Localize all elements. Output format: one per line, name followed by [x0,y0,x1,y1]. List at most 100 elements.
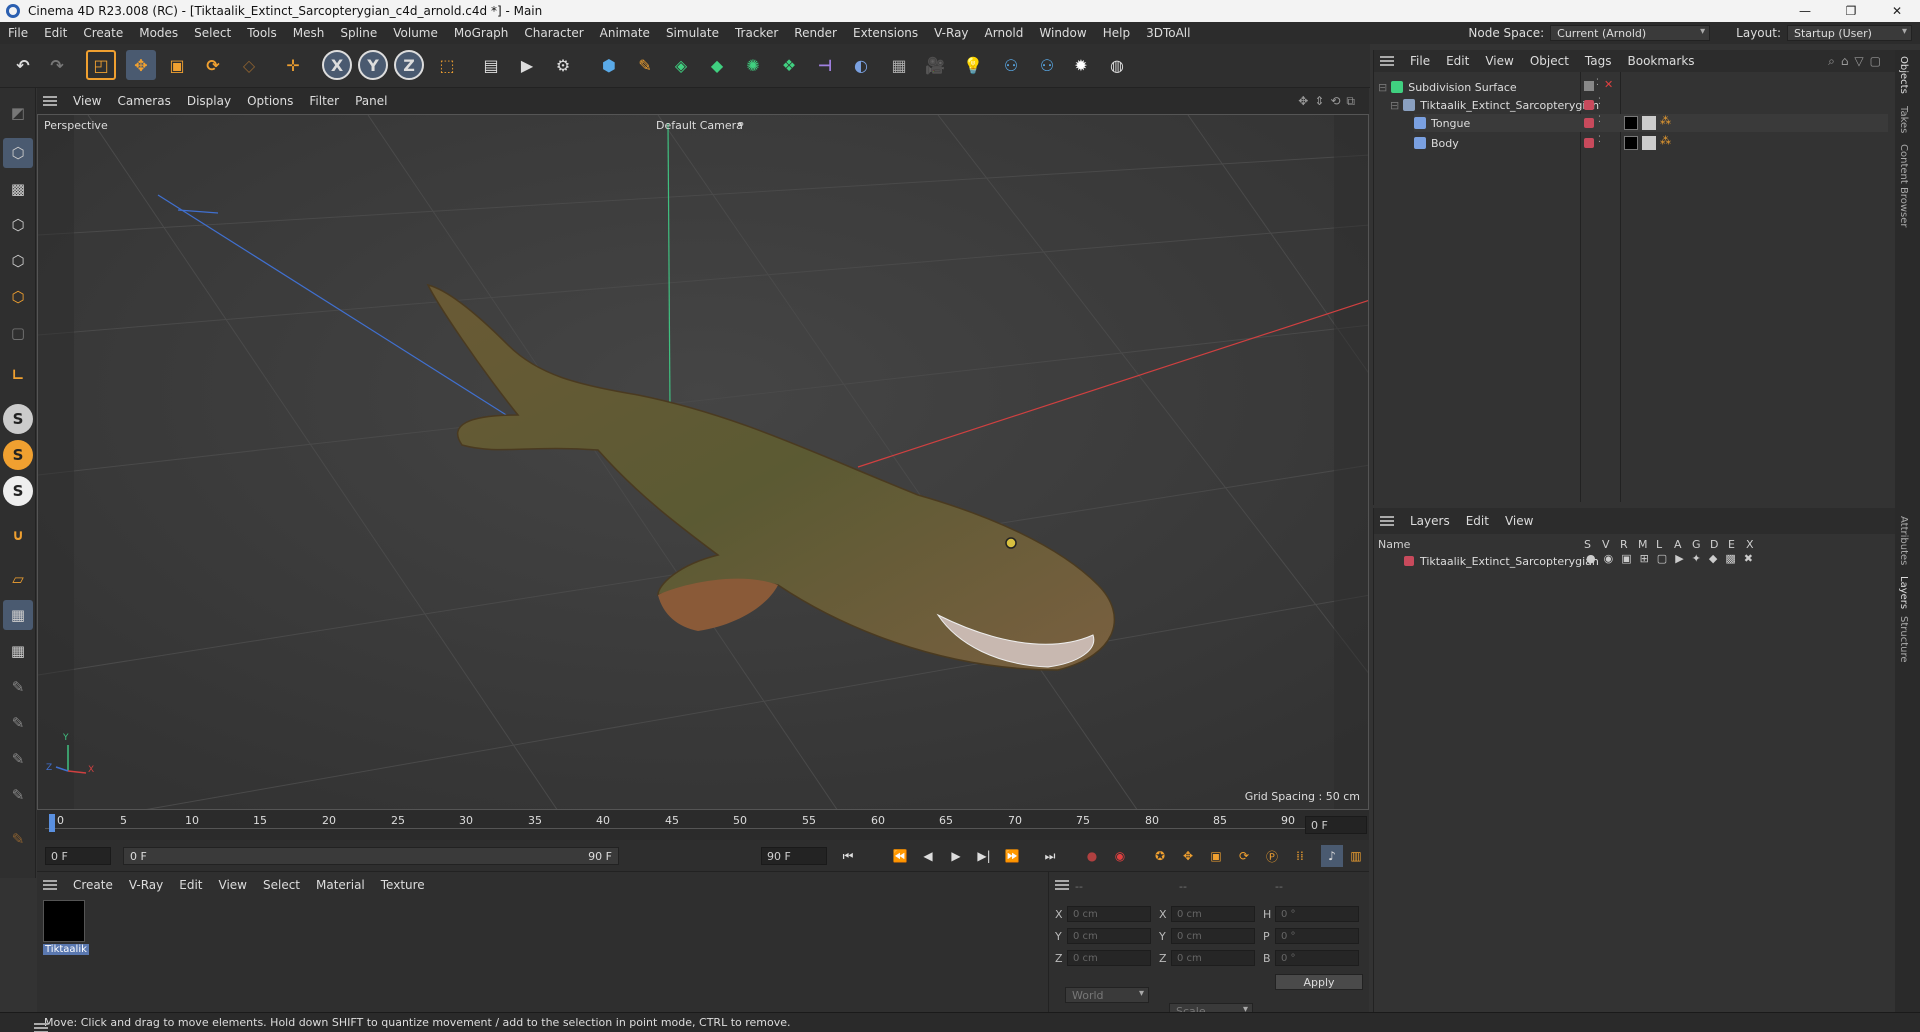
brush-icon[interactable]: ✎ [3,744,33,774]
camera-icon[interactable]: ⚭ [736,118,745,131]
coordinate-system-dropdown[interactable]: World [1065,987,1149,1003]
viewport-menu-panel[interactable]: Panel [347,94,395,108]
dots-icon[interactable]: ⁚ [1596,78,1599,88]
apply-button[interactable]: Apply [1275,974,1363,990]
python-icon[interactable]: ⚇ [996,50,1026,80]
position-key-icon[interactable]: ✥ [1177,845,1199,867]
menu-window[interactable]: Window [1031,26,1094,40]
viewport-menu-display[interactable]: Display [179,94,239,108]
preview-range-slider[interactable]: 0 F 90 F [123,847,619,865]
menu-mesh[interactable]: Mesh [285,26,333,40]
render-view-icon[interactable]: ▤ [476,50,506,80]
render-settings-icon[interactable]: ⚙ [548,50,578,80]
keyframe-selection-icon[interactable]: ✪ [1149,845,1171,867]
viewport-menu-cameras[interactable]: Cameras [109,94,178,108]
layers-menu-layers[interactable]: Layers [1402,514,1458,528]
film-strip-icon[interactable]: ▥ [1345,845,1367,867]
rotate-tool-icon[interactable]: ⟳ [198,50,228,80]
menu-character[interactable]: Character [516,26,591,40]
timeline-playhead[interactable] [49,814,55,832]
go-to-start-icon[interactable]: ⏮ [837,845,859,867]
previous-key-icon[interactable]: ⏪ [889,845,911,867]
objects-menu-view[interactable]: View [1477,54,1521,68]
model-mode-icon[interactable]: ⬡ [3,138,33,168]
cube-icon[interactable]: ⬢ [594,50,624,80]
create-tool-icon[interactable]: ✛ [278,50,308,80]
undo-icon[interactable]: ↶ [8,50,38,80]
viewport-menu-options[interactable]: Options [239,94,301,108]
tab-objects[interactable]: Objects [1898,56,1909,94]
size-x-field[interactable]: 0 cm [1171,906,1255,922]
arnold-tag-icon[interactable]: ⁂ [1660,134,1671,147]
menu-animate[interactable]: Animate [592,26,658,40]
parameter-key-icon[interactable]: Ⓟ [1261,845,1283,867]
pen-spline-icon[interactable]: ✎ [630,50,660,80]
mograph-icon[interactable]: ❖ [774,50,804,80]
objects-menu-edit[interactable]: Edit [1438,54,1477,68]
menu-mograph[interactable]: MoGraph [446,26,517,40]
viewport-menu-filter[interactable]: Filter [301,94,347,108]
knife-icon[interactable]: ✎ [3,780,33,810]
viewport-menu-view[interactable]: View [65,94,109,108]
end-frame-field[interactable]: 90 F [761,847,827,865]
objects-search-filter-icons[interactable]: ⌕⌂▽▢ [1828,54,1887,69]
snap-settings-icon[interactable]: S [3,440,33,470]
menu-vray[interactable]: V-Ray [926,26,976,40]
timeline-ruler[interactable]: 0 5 10 15 20 25 30 35 40 45 50 55 60 65 … [37,810,1369,840]
menu-arnold[interactable]: Arnold [977,26,1032,40]
coordinates-menu-icon[interactable] [1055,880,1069,890]
next-key-icon[interactable]: ⏩ [1001,845,1023,867]
arnold-tag-icon[interactable]: ⁂ [1660,114,1671,127]
layers-menu-icon[interactable] [1380,516,1394,526]
viewport-menu-icon[interactable] [43,96,57,106]
object-row-tiktaalik[interactable]: ⊟ Tiktaalik_Extinct_Sarcopterygian ⁚ [1390,96,1888,114]
axis-mode-icon[interactable]: ∟ [3,360,33,390]
edges-mode-icon[interactable]: ⬡ [3,246,33,276]
layers-menu-view[interactable]: View [1497,514,1541,528]
layer-color-icon[interactable] [1584,100,1594,110]
dots-icon[interactable]: ⁚ [1598,115,1601,125]
globe-icon[interactable]: ◍ [1102,50,1132,80]
make-editable-icon[interactable]: ◩ [3,98,33,128]
record-keys-icon[interactable]: ● [1081,845,1103,867]
texture-tag-icon[interactable] [1642,116,1656,130]
menu-spline[interactable]: Spline [332,26,385,40]
paint-icon[interactable]: ✎ [3,672,33,702]
menu-create[interactable]: Create [75,26,131,40]
material-menu-create[interactable]: Create [65,878,121,892]
position-z-field[interactable]: 0 cm [1067,950,1151,966]
cloner-icon[interactable]: ✺ [738,50,768,80]
object-row-body[interactable]: Body ⁚ ⁂ [1414,134,1888,152]
status-menu-icon[interactable] [34,1022,48,1032]
menu-edit[interactable]: Edit [36,26,75,40]
menu-tools[interactable]: Tools [239,26,285,40]
material-menu-icon[interactable] [43,880,57,890]
deformer-icon[interactable]: ⊣ [810,50,840,80]
next-frame-icon[interactable]: ▶| [973,845,995,867]
objects-menu-bookmarks[interactable]: Bookmarks [1620,54,1703,68]
menu-3dtoall[interactable]: 3DToAll [1138,26,1198,40]
material-thumbnail[interactable] [43,900,85,942]
floor-icon[interactable]: ▦ [884,50,914,80]
material-tag-icon[interactable] [1624,136,1638,150]
layer-toggle-icons[interactable]: ●◉▣⊞▢▶✦◆▩✖ [1586,552,1761,565]
size-z-field[interactable]: 0 cm [1171,950,1255,966]
material-menu-edit[interactable]: Edit [171,878,210,892]
menu-render[interactable]: Render [786,26,845,40]
rotation-b-field[interactable]: 0 ° [1275,950,1359,966]
menu-simulate[interactable]: Simulate [658,26,727,40]
objects-menu-icon[interactable] [1380,56,1394,66]
layer-color-swatch[interactable] [1404,556,1414,566]
extrude-icon[interactable]: ◆ [702,50,732,80]
3d-viewport[interactable]: Perspective Default Camera ⚭ Grid Spacin… [37,114,1369,810]
material-menu-material[interactable]: Material [308,878,373,892]
rotation-h-field[interactable]: 0 ° [1275,906,1359,922]
field-icon[interactable]: ◐ [846,50,876,80]
layers-menu-edit[interactable]: Edit [1458,514,1497,528]
position-y-field[interactable]: 0 cm [1067,928,1151,944]
last-tool-icon[interactable]: ◇ [234,50,264,80]
menu-help[interactable]: Help [1095,26,1138,40]
tab-content-browser[interactable]: Content Browser [1898,144,1909,227]
maximize-button[interactable]: ❐ [1828,0,1874,22]
coordinate-system-icon[interactable]: ⬚ [432,50,462,80]
